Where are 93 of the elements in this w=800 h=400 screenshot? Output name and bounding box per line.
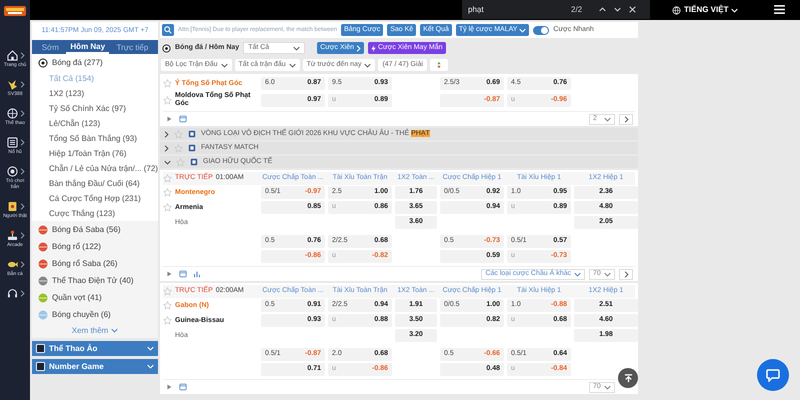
chevron-right-icon bbox=[20, 203, 24, 210]
market-item[interactable]: Chẵn / Lẻ của Nửa trận/... (72) bbox=[49, 162, 158, 174]
star-icon[interactable] bbox=[163, 316, 172, 325]
chevron-down-icon bbox=[111, 328, 118, 333]
search-button[interactable] bbox=[162, 24, 174, 36]
sidebar-tab[interactable]: Trực tiếp bbox=[112, 41, 152, 54]
section-header[interactable]: Thể Thao Ảo bbox=[32, 341, 158, 356]
chevron-down-icon bbox=[604, 384, 611, 390]
star-icon[interactable] bbox=[174, 130, 183, 138]
slot-machine-icon[interactable] bbox=[6, 136, 18, 149]
star-icon[interactable] bbox=[163, 188, 172, 197]
market-item[interactable]: Tỷ Số Chính Xác (97) bbox=[49, 102, 126, 114]
chevron-down-icon[interactable] bbox=[614, 7, 621, 12]
chevron-right-icon bbox=[20, 52, 24, 59]
play-icon[interactable] bbox=[165, 270, 173, 278]
globe-icon bbox=[672, 6, 681, 14]
chat-button[interactable] bbox=[757, 359, 789, 391]
market-item[interactable]: Bàn thắng Đầu/ Cuối (64) bbox=[49, 178, 140, 190]
star-icon[interactable] bbox=[163, 301, 172, 310]
chevron-down-icon bbox=[574, 272, 581, 276]
chevron-right-icon bbox=[20, 290, 24, 297]
chevron-down-icon bbox=[293, 46, 300, 50]
chevron-right-icon bbox=[624, 270, 628, 278]
window-icon[interactable] bbox=[179, 383, 187, 391]
ball-icon bbox=[38, 224, 48, 234]
toggle-switch[interactable] bbox=[533, 26, 550, 34]
chevron-right-icon bbox=[20, 261, 24, 268]
next-button[interactable] bbox=[619, 114, 633, 124]
ball-icon bbox=[38, 292, 48, 302]
square-icon bbox=[36, 362, 45, 371]
lightning-icon bbox=[370, 44, 376, 52]
find-query[interactable]: phạt bbox=[468, 4, 563, 16]
chevron-right-icon bbox=[20, 81, 24, 88]
arrow-up-icon bbox=[624, 374, 632, 382]
star-icon[interactable] bbox=[163, 287, 172, 296]
logo-icon[interactable] bbox=[3, 3, 27, 19]
market-item[interactable]: Cá Cược Tổng Hợp (231) bbox=[49, 192, 141, 204]
language-selector[interactable]: TIẾNG VIỆT bbox=[672, 4, 738, 16]
sort-button[interactable] bbox=[430, 59, 448, 71]
play-icon[interactable] bbox=[165, 383, 173, 391]
find-count: 2/2 bbox=[571, 4, 584, 16]
target-icon[interactable] bbox=[6, 165, 18, 178]
chevron-down-icon bbox=[364, 62, 372, 68]
chevron-down-icon bbox=[147, 346, 154, 351]
sort-icon bbox=[436, 61, 442, 69]
square-icon bbox=[36, 344, 45, 353]
ball-icon bbox=[38, 242, 48, 252]
window-icon[interactable] bbox=[179, 270, 187, 278]
star-icon[interactable] bbox=[176, 158, 185, 166]
chevron-right-icon bbox=[356, 44, 361, 52]
chevron-down-icon bbox=[604, 116, 611, 122]
market-item[interactable]: Lẻ/Chẵn (123) bbox=[49, 118, 100, 130]
house-icon[interactable] bbox=[6, 49, 18, 62]
chevron-right-icon bbox=[20, 232, 24, 239]
chevron-right-icon bbox=[20, 110, 24, 117]
star-icon[interactable] bbox=[174, 144, 183, 152]
joystick-icon[interactable] bbox=[6, 229, 18, 242]
ball-icon bbox=[38, 276, 48, 286]
chevron-up-icon[interactable] bbox=[599, 7, 606, 12]
chevron-right-icon bbox=[20, 139, 24, 146]
ball-icon bbox=[38, 310, 48, 320]
window-icon[interactable] bbox=[179, 115, 187, 123]
ball-icon[interactable] bbox=[6, 107, 18, 120]
market-item[interactable]: Cược Thắng (123) bbox=[49, 208, 116, 220]
bar-chart-icon[interactable] bbox=[193, 270, 201, 278]
section-header[interactable]: Number Game bbox=[32, 359, 158, 374]
sport-item[interactable]: Bóng đá (277) bbox=[52, 56, 103, 68]
star-icon[interactable] bbox=[163, 174, 172, 183]
chevron-down-icon bbox=[220, 62, 228, 68]
chevron-down-icon bbox=[519, 28, 526, 32]
chevron-right-icon bbox=[624, 116, 628, 122]
chat-bubble-icon bbox=[766, 368, 780, 382]
chevron-down-icon bbox=[288, 62, 296, 68]
star-icon[interactable] bbox=[163, 79, 172, 88]
star-icon[interactable] bbox=[163, 96, 172, 104]
next-button[interactable] bbox=[619, 268, 633, 280]
cards-icon[interactable] bbox=[6, 200, 18, 213]
chevron-right-icon bbox=[20, 168, 24, 175]
search-icon bbox=[164, 26, 172, 34]
chevron-down-icon bbox=[731, 8, 738, 12]
chevron-down-icon bbox=[604, 272, 611, 276]
headset-icon[interactable] bbox=[6, 287, 18, 300]
star-icon[interactable] bbox=[163, 203, 172, 212]
market-item[interactable]: Tổng Số Bàn Thắng (93) bbox=[49, 132, 137, 144]
chevron-down-icon bbox=[147, 364, 154, 369]
sidebar-tab[interactable]: Sớm bbox=[38, 41, 63, 54]
menu-icon[interactable] bbox=[774, 5, 785, 14]
close-icon[interactable] bbox=[629, 6, 636, 13]
market-item[interactable]: 1X2 (123) bbox=[49, 88, 84, 100]
market-item[interactable]: Hiệp 1/Toàn Trận (76) bbox=[49, 148, 126, 160]
play-icon[interactable] bbox=[165, 115, 173, 123]
ball-icon bbox=[38, 258, 48, 268]
bird-icon[interactable] bbox=[6, 78, 18, 91]
